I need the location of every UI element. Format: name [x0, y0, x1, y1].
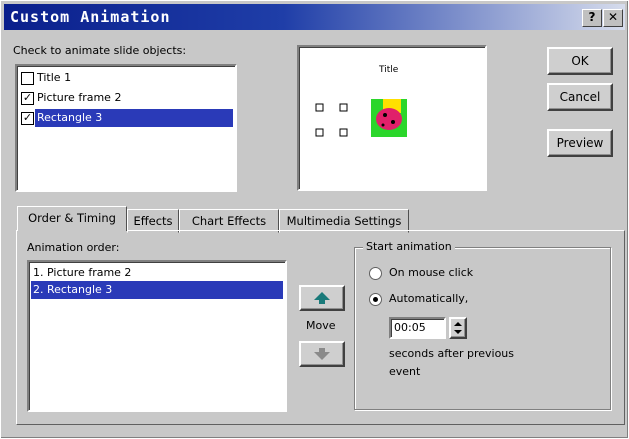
close-button[interactable]: ✕: [603, 9, 623, 27]
event-label: event: [389, 365, 421, 378]
handle-icon: [339, 128, 348, 137]
cancel-button[interactable]: Cancel: [547, 83, 613, 111]
on-mouse-click-label[interactable]: On mouse click: [389, 266, 473, 279]
window-title: Custom Animation: [10, 8, 171, 26]
help-button[interactable]: ?: [582, 9, 602, 27]
object-item-label: Rectangle 3: [35, 109, 233, 127]
on-mouse-click-radio[interactable]: [369, 267, 382, 280]
objects-list[interactable]: Title 1 ✓ Picture frame 2 ✓ Rectangle 3: [15, 64, 237, 192]
automatically-radio[interactable]: [369, 293, 382, 306]
object-item-title-1[interactable]: Title 1: [19, 69, 233, 87]
animation-order-label: Animation order:: [27, 241, 120, 254]
objects-list-label: Check to animate slide objects:: [13, 44, 187, 57]
arrow-down-icon: [314, 348, 330, 360]
arrow-up-icon: [314, 292, 330, 304]
handle-icon: [315, 128, 324, 137]
ok-button[interactable]: OK: [547, 47, 613, 75]
object-checkbox[interactable]: [21, 72, 34, 85]
object-item-rectangle-3[interactable]: ✓ Rectangle 3: [19, 109, 233, 127]
move-up-button[interactable]: [299, 285, 345, 311]
preview-button[interactable]: Preview: [547, 129, 613, 157]
seconds-after-label: seconds after previous: [389, 347, 515, 360]
order-item[interactable]: 2. Rectangle 3: [31, 281, 283, 299]
title-bar[interactable]: Custom Animation ? ✕: [4, 4, 625, 30]
object-checkbox[interactable]: ✓: [21, 112, 34, 125]
object-item-picture-frame-2[interactable]: ✓ Picture frame 2: [19, 89, 233, 107]
object-item-label: Title 1: [37, 71, 72, 84]
delay-spinner[interactable]: [449, 317, 467, 339]
preview-graphic: [315, 99, 407, 137]
handle-icon: [315, 103, 324, 112]
object-item-label: Picture frame 2: [37, 91, 122, 104]
slide-preview: Title: [297, 45, 487, 191]
tab-order-timing[interactable]: Order & Timing: [17, 206, 127, 231]
animation-order-list[interactable]: 1. Picture frame 2 2. Rectangle 3: [27, 260, 287, 412]
move-label: Move: [306, 319, 336, 332]
object-checkbox[interactable]: ✓: [21, 92, 34, 105]
automatically-label[interactable]: Automatically,: [389, 292, 468, 305]
move-down-button[interactable]: [299, 341, 345, 367]
order-item[interactable]: 1. Picture frame 2: [31, 264, 285, 282]
start-animation-label: Start animation: [363, 240, 455, 253]
handle-icon: [339, 103, 348, 112]
spinner-arrows-icon: [454, 322, 462, 334]
delay-seconds-field[interactable]: 00:05: [389, 317, 446, 339]
custom-animation-dialog: Custom Animation ? ✕ Check to animate sl…: [0, 0, 629, 439]
